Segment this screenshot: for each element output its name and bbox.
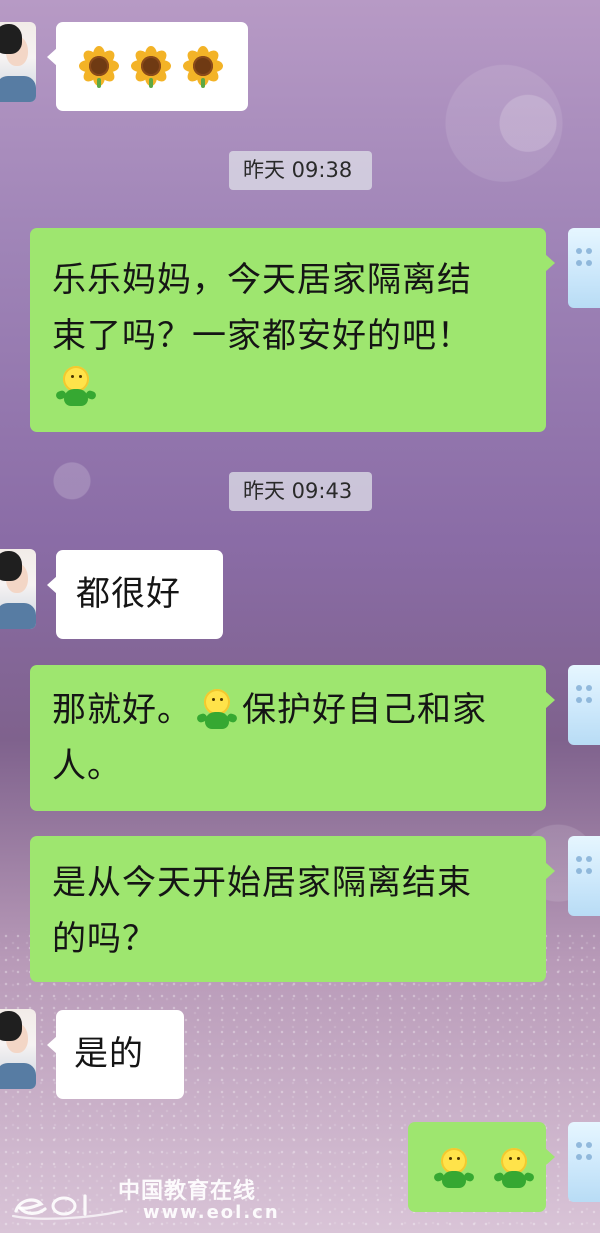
outgoing-bubble[interactable]: 是从今天开始居家隔离结束 的吗？ — [30, 836, 555, 982]
sunflower-icon — [78, 45, 120, 88]
message-text: 的吗？ — [52, 919, 157, 959]
watermark-title: 中国教育在线 — [118, 1179, 257, 1204]
message-text: 人。 — [52, 746, 122, 786]
outgoing-bubble[interactable]: 那就好。 保护好自己和家 人。 — [30, 665, 555, 811]
self-avatar[interactable] — [568, 665, 600, 745]
contact-avatar[interactable] — [0, 22, 36, 102]
self-avatar[interactable] — [568, 228, 600, 308]
outgoing-message-2: 那就好。 保护好自己和家 人。 — [0, 665, 600, 812]
message-text: 保护好自己和家 — [242, 690, 487, 730]
outgoing-message-3: 是从今天开始居家隔离结束 的吗？ — [0, 836, 600, 983]
timestamp-text: 昨天 09:43 — [243, 479, 353, 503]
contact-avatar[interactable] — [0, 1009, 36, 1089]
sunflower-icon — [182, 45, 224, 88]
watermark-url: www.eol.cn — [143, 1202, 280, 1223]
message-text: 乐乐妈妈，今天居家隔离结 — [52, 260, 472, 300]
self-avatar[interactable] — [568, 836, 600, 916]
incoming-message-1: 都很好 — [0, 549, 260, 639]
incoming-bubble[interactable]: 都很好 — [47, 550, 223, 639]
eol-logo-icon — [11, 1194, 124, 1220]
sprout-emoji-icon — [193, 688, 241, 732]
timestamp-badge: 昨天 09:38 — [229, 151, 372, 190]
message-text: 都很好 — [76, 574, 181, 614]
message-text: 是的 — [74, 1034, 144, 1074]
incoming-sunflower-message — [0, 22, 260, 111]
sprout-emoji-icon — [52, 365, 100, 409]
timestamp-text: 昨天 09:38 — [243, 158, 353, 182]
contact-avatar[interactable] — [0, 549, 36, 629]
message-text: 那就好。 — [52, 690, 192, 730]
outgoing-bubble[interactable]: 乐乐妈妈，今天居家隔离结 束了吗？一家都安好的吧！ — [30, 228, 555, 432]
message-text: 束了吗？一家都安好的吧！ — [52, 316, 472, 356]
outgoing-message-1: 乐乐妈妈，今天居家隔离结 束了吗？一家都安好的吧！ — [0, 228, 600, 433]
incoming-bubble[interactable]: 是的 — [47, 1010, 184, 1099]
watermark: 中国教育在线 www.eol.cn — [0, 1175, 600, 1233]
timestamp-badge: 昨天 09:43 — [229, 472, 372, 511]
incoming-bubble[interactable] — [47, 22, 248, 111]
incoming-message-2: 是的 — [0, 1009, 220, 1099]
sunflower-icon — [130, 45, 172, 88]
message-text: 是从今天开始居家隔离结束 — [52, 863, 472, 903]
